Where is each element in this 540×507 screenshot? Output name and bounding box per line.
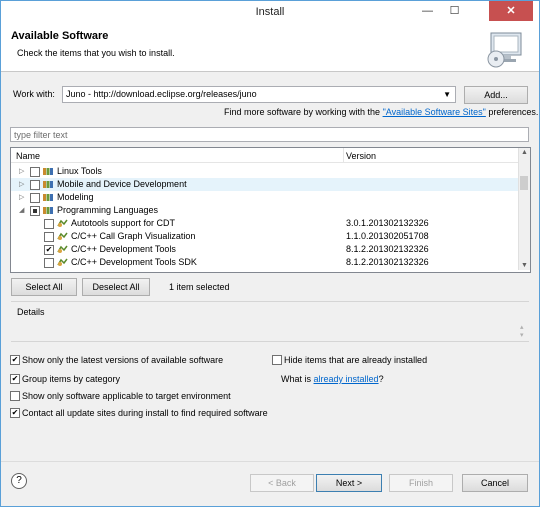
group-icon: [43, 194, 53, 201]
check-icon: ✔: [11, 355, 19, 364]
find-more-suffix: preferences.: [485, 107, 539, 117]
target-env-label: Show only software applicable to target …: [22, 391, 231, 401]
row-version: 8.1.2.201302132326: [346, 244, 429, 254]
select-all-button[interactable]: Select All: [11, 278, 77, 296]
feature-icon: [57, 232, 68, 240]
row-name: Autotools support for CDT: [71, 218, 176, 228]
scroll-thumb[interactable]: [520, 176, 528, 190]
hide-installed-checkbox[interactable]: [272, 355, 282, 365]
row-name: Modeling: [57, 192, 94, 202]
row-checkbox[interactable]: [30, 167, 40, 177]
feature-icon: [57, 258, 68, 266]
column-version[interactable]: Version: [346, 151, 376, 161]
group-icon: [43, 207, 53, 214]
page-title: Available Software: [11, 30, 109, 42]
table-header: Name Version: [11, 148, 518, 163]
maximize-button[interactable]: ☐: [441, 1, 468, 21]
banner: Available Software Check the items that …: [1, 25, 539, 72]
title-bar: Install — ☐ ✕: [1, 1, 539, 25]
tree-row[interactable]: ▷ Linux Tools: [11, 165, 518, 178]
contact-sites-label: Contact all update sites during install …: [22, 408, 268, 418]
find-more-prefix: Find more software by working with the: [224, 107, 383, 117]
contact-sites-checkbox[interactable]: ✔: [10, 408, 20, 418]
check-icon: ✔: [11, 408, 19, 417]
divider: [11, 301, 529, 302]
group-icon: [43, 181, 53, 188]
tree-row[interactable]: ▷ Modeling: [11, 191, 518, 204]
expanded-arrow-icon[interactable]: ◢: [19, 204, 24, 217]
tree-row[interactable]: ◢ Programming Languages: [11, 204, 518, 217]
collapsed-arrow-icon[interactable]: ▷: [19, 178, 24, 191]
row-version: 1.1.0.201302051708: [346, 231, 429, 241]
details-label: Details: [17, 307, 45, 317]
row-version: 3.0.1.201302132326: [346, 218, 429, 228]
feature-icon: [57, 219, 68, 227]
row-name: Linux Tools: [57, 166, 102, 176]
row-version: 8.1.2.201302132326: [346, 257, 429, 267]
row-name: C/C++ Development Tools SDK: [71, 257, 197, 267]
filter-input[interactable]: type filter text: [10, 127, 529, 142]
tree-row[interactable]: C/C++ Call Graph Visualization 1.1.0.2013…: [11, 230, 518, 243]
deselect-all-button[interactable]: Deselect All: [82, 278, 150, 296]
group-by-category-label: Group items by category: [22, 374, 121, 384]
tree-row[interactable]: ✔ C/C++ Development Tools 8.1.2.2013021323…: [11, 243, 518, 256]
work-with-label: Work with:: [13, 89, 55, 99]
next-button[interactable]: Next >: [316, 474, 382, 492]
finish-button[interactable]: Finish: [389, 474, 453, 492]
column-name[interactable]: Name: [16, 151, 40, 161]
tree-row[interactable]: C/C++ Development Tools SDK 8.1.2.2013021…: [11, 256, 518, 269]
row-name: C/C++ Call Graph Visualization: [71, 231, 196, 241]
check-icon: ✔: [45, 245, 53, 254]
row-checkbox[interactable]: [30, 206, 40, 216]
row-name: C/C++ Development Tools: [71, 244, 176, 254]
close-button[interactable]: ✕: [489, 1, 533, 21]
minimize-button[interactable]: —: [414, 1, 441, 21]
already-installed-link[interactable]: already installed: [314, 374, 379, 384]
software-tree: Name Version ▷ Linux Tools ▷ Mobile and Dev…: [10, 147, 531, 273]
scroll-up-icon[interactable]: ▲: [521, 149, 528, 156]
target-env-checkbox[interactable]: [10, 391, 20, 401]
install-window: Install — ☐ ✕ Available Software Check t…: [0, 0, 540, 507]
column-divider[interactable]: [343, 148, 344, 162]
tree-row[interactable]: Autotools support for CDT 3.0.1.201302132…: [11, 217, 518, 230]
row-checkbox[interactable]: [44, 258, 54, 268]
group-by-category-checkbox[interactable]: ✔: [10, 374, 20, 384]
latest-only-checkbox[interactable]: ✔: [10, 355, 20, 365]
row-checkbox[interactable]: [30, 193, 40, 203]
scroll-down-icon[interactable]: ▼: [521, 262, 528, 269]
tree-row[interactable]: ▷ Mobile and Device Development: [11, 178, 518, 191]
selection-status: 1 item selected: [169, 282, 230, 292]
work-with-combo[interactable]: Juno - http://download.eclipse.org/relea…: [62, 86, 456, 103]
collapsed-arrow-icon[interactable]: ▷: [19, 165, 24, 178]
what-is-suffix: ?: [378, 374, 384, 384]
row-checkbox[interactable]: [44, 219, 54, 229]
details-scroll-icon[interactable]: ▴ ▾: [520, 323, 524, 339]
feature-icon: [57, 245, 68, 253]
row-checkbox[interactable]: [30, 180, 40, 190]
group-icon: [43, 168, 53, 175]
chevron-down-icon: ▼: [443, 90, 451, 99]
add-button[interactable]: Add...: [464, 86, 528, 104]
back-button[interactable]: < Back: [250, 474, 314, 492]
page-subtitle: Check the items that you wish to install…: [17, 48, 175, 58]
what-is-prefix: What is: [281, 374, 314, 384]
vertical-scrollbar[interactable]: ▲ ▼: [518, 148, 530, 270]
check-icon: ✔: [11, 374, 19, 383]
latest-only-label: Show only the latest versions of availab…: [22, 355, 224, 365]
collapsed-arrow-icon[interactable]: ▷: [19, 191, 24, 204]
what-is-installed-text: What is already installed?: [281, 374, 384, 384]
find-more-text: Find more software by working with the "…: [224, 107, 538, 117]
row-name: Mobile and Device Development: [57, 179, 187, 189]
work-with-value: Juno - http://download.eclipse.org/relea…: [66, 89, 257, 99]
hide-installed-label: Hide items that are already installed: [284, 355, 428, 365]
row-checkbox[interactable]: [44, 232, 54, 242]
available-sites-link[interactable]: "Available Software Sites": [383, 107, 486, 117]
cancel-button[interactable]: Cancel: [462, 474, 528, 492]
install-software-icon: [487, 32, 522, 68]
row-name: Programming Languages: [57, 205, 159, 215]
help-icon[interactable]: ?: [11, 473, 27, 489]
row-checkbox[interactable]: ✔: [44, 245, 54, 255]
footer-divider: [1, 461, 539, 462]
details-area: [11, 319, 529, 342]
